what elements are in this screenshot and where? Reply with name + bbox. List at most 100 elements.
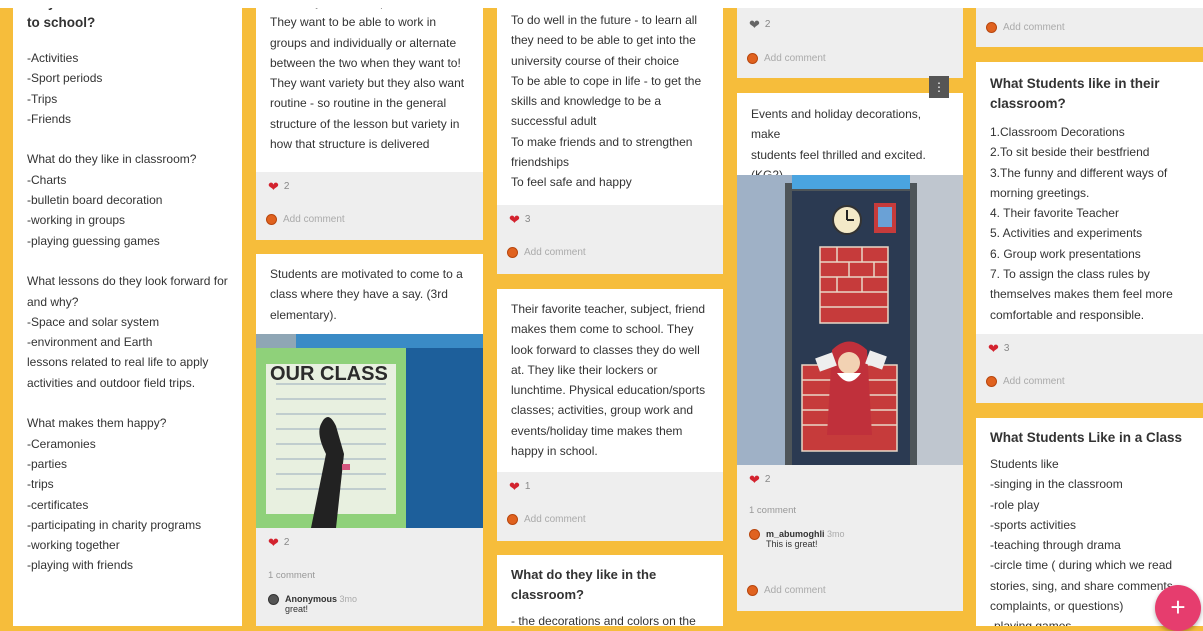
post-card[interactable]: Their favorite teacher, subject, friend … [497,289,723,541]
add-comment-button[interactable]: Add comment [507,247,586,258]
post-line: makes them come to school. They [511,322,694,337]
post-title-line: classroom? [511,587,584,602]
comment-count[interactable]: 1 comment [749,505,796,516]
post-line: What makes them happy? [27,416,167,431]
post-body: - the decorations and colors on the [497,605,723,626]
comment-author: Anonymous [285,594,338,604]
avatar [507,247,518,258]
heart-icon: ❤ [509,212,520,227]
post-line: They want to be able to work in [270,15,437,30]
post-line: morning greetings. [990,185,1090,200]
post-image[interactable]: OUR CLASS [256,334,483,528]
post-title-line: to school? [27,15,96,30]
post-footer: ❤ 2 1 comment Anonymous 3mo great! [256,528,483,626]
post-line: how that structure is delivered [270,137,430,152]
post-footer: ❤ 3 Add comment [976,334,1203,403]
post-line: elementary). [270,307,337,322]
post-line: Students are motivated to come to a [270,267,463,281]
post-image[interactable] [737,175,963,465]
like-count: 1 [524,481,531,492]
post-footer: ❤ 1 Add comment [497,472,723,541]
post-body: To do well in the future - to learn all … [497,0,723,193]
add-comment-label: Add comment [283,214,345,225]
like-button[interactable]: ❤ 2 [749,473,770,486]
post-title-line: classroom? [990,96,1066,111]
post-line: -certificates [27,497,89,512]
comment-text: great! [285,604,309,614]
post-card[interactable]: ❤ 2 Add comment [737,0,963,78]
avatar [986,376,997,387]
heart-icon: ❤ [749,472,760,487]
post-card[interactable]: what they do and inspire that in them Th… [256,0,483,240]
like-button[interactable]: ❤ 2 [749,18,770,31]
comment-count[interactable]: 1 comment [268,570,315,581]
like-count: 3 [1003,343,1010,354]
post-line: they need to be able to get into the [511,33,696,48]
post-line: -bulletin board decoration [27,193,163,208]
photo-caption: OUR CLASS [270,363,388,385]
more-options-icon[interactable]: ⋮ [929,76,949,98]
add-comment-button[interactable]: Add comment [986,376,1065,387]
post-line: themselves makes them feel more [990,287,1173,302]
add-comment-button[interactable]: Add comment [507,514,586,525]
post-line: events/holiday time makes them [511,423,683,438]
post-line: 3.The funny and different ways of [990,165,1168,180]
post-body: Their favorite teacher, subject, friend … [497,289,723,461]
post-title: What do they like in the classroom? [497,555,723,605]
classroom-photo: OUR CLASS [256,334,483,528]
add-comment-label: Add comment [524,247,586,258]
like-button[interactable]: ❤ 3 [509,213,530,226]
post-line: They want variety but they also want [270,76,465,91]
like-button[interactable]: ❤ 2 [268,536,289,549]
add-comment-button[interactable]: Add comment [986,22,1065,33]
post-line: between the two when they want to! [270,55,461,70]
post-body: -Activities -Sport periods -Trips -Frien… [13,48,242,576]
add-comment-button[interactable]: Add comment [747,53,826,64]
post-card[interactable]: What do they like in the classroom? - th… [497,555,723,626]
add-post-button[interactable]: + [1155,585,1201,631]
post-line: classes; activities, group work and [511,403,694,418]
post-card[interactable]: Students are motivated to come to a clas… [256,254,483,626]
post-card[interactable]: Why makes them want to come to school? -… [13,0,242,626]
post-line: happy in school. [511,444,598,459]
add-comment-button[interactable]: Add comment [266,214,345,225]
post-line: activities and outdoor field trips. [27,375,196,390]
avatar [268,594,279,605]
post-line: groups and individually or alternate [270,35,457,50]
like-button[interactable]: ❤ 3 [988,342,1009,355]
post-title: What Students Like in a Class [990,430,1183,445]
add-comment-label: Add comment [524,514,586,525]
like-count: 2 [764,474,771,485]
post-card[interactable]: To do well in the future - to learn all … [497,0,723,274]
post-line: Their favorite teacher, subject, friend [511,302,706,316]
add-comment-label: Add comment [764,53,826,64]
post-title-line: What do they like in the [511,567,657,582]
post-line: -parties [27,456,68,471]
post-line: -Activities [27,51,79,65]
post-card[interactable]: Events and holiday decorations, make stu… [737,93,963,611]
post-line: -Trips [27,91,58,106]
post-card[interactable]: What Students like in their classroom? 1… [976,62,1203,403]
post-line: -participating in charity programs [27,517,202,532]
like-count: 3 [524,214,531,225]
post-line: -singing in the classroom [990,477,1123,492]
post-line: 2.To sit beside their bestfriend [990,145,1150,160]
add-comment-button[interactable]: Add comment [747,585,826,596]
post-line: Events and holiday decorations, make [751,107,922,142]
post-line: -working together [27,538,120,553]
post-line: What lessons do they look forward for [27,274,228,289]
post-body: Students are motivated to come to a clas… [256,254,483,325]
heart-icon: ❤ [268,179,279,194]
avatar [749,529,760,540]
comment-time: 3mo [827,529,845,539]
post-line: 7. To assign the class rules by [990,267,1150,282]
post-line: -Charts [27,172,67,187]
like-button[interactable]: ❤ 1 [509,480,530,493]
door-photo [737,175,963,465]
plus-icon: + [1170,592,1186,622]
like-button[interactable]: ❤ 2 [268,180,289,193]
post-line: - the decorations and colors on the [511,614,696,626]
avatar [986,22,997,33]
post-line: -playing guessing games [27,233,160,248]
post-line: -working in groups [27,213,126,228]
